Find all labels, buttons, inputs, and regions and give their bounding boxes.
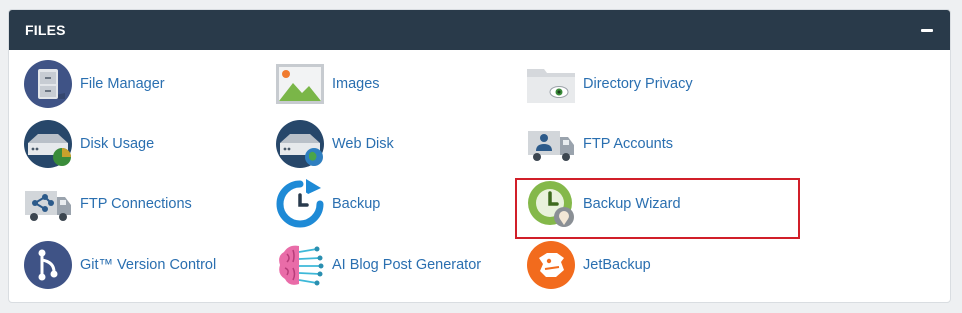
backup-link[interactable]: Backup xyxy=(275,178,380,230)
git-version-control-label: Git™ Version Control xyxy=(80,257,217,273)
backup-wizard-link[interactable]: Backup Wizard xyxy=(526,178,681,230)
file-manager-label: File Manager xyxy=(80,76,165,92)
disk-usage-label: Disk Usage xyxy=(80,136,155,152)
jetbackup-icon xyxy=(526,240,576,290)
git-version-control-link[interactable]: Git™ Version Control xyxy=(23,239,216,291)
ai-brain-icon xyxy=(275,240,325,290)
web-disk-label: Web Disk xyxy=(332,136,394,152)
file-manager-link[interactable]: File Manager xyxy=(23,58,165,110)
directory-privacy-link[interactable]: Directory Privacy xyxy=(526,58,693,110)
ftp-connections-icon xyxy=(23,179,73,229)
backup-label: Backup xyxy=(332,196,381,212)
ftp-accounts-icon xyxy=(526,119,576,169)
minus-icon xyxy=(921,28,933,32)
web-disk-link[interactable]: Web Disk xyxy=(275,118,394,170)
disk-usage-icon xyxy=(23,119,73,169)
panel-header: FILES xyxy=(9,10,950,50)
backup-wizard-label: Backup Wizard xyxy=(583,196,681,212)
jetbackup-link[interactable]: JetBackup xyxy=(526,239,651,291)
ai-blog-post-generator-link[interactable]: AI Blog Post Generator xyxy=(275,239,481,291)
collapse-button[interactable] xyxy=(918,21,936,39)
images-label: Images xyxy=(332,76,380,92)
images-link[interactable]: Images xyxy=(275,58,380,110)
backup-wizard-icon xyxy=(526,179,576,229)
directory-privacy-icon xyxy=(526,59,576,109)
panel-title: FILES xyxy=(25,22,66,38)
web-disk-icon xyxy=(275,119,325,169)
directory-privacy-label: Directory Privacy xyxy=(583,76,693,92)
ftp-accounts-label: FTP Accounts xyxy=(583,136,673,152)
images-icon xyxy=(275,59,325,109)
git-icon xyxy=(23,240,73,290)
ftp-connections-label: FTP Connections xyxy=(80,196,192,212)
ftp-accounts-link[interactable]: FTP Accounts xyxy=(526,118,673,170)
file-manager-icon xyxy=(23,59,73,109)
ai-blog-post-generator-label: AI Blog Post Generator xyxy=(332,257,482,273)
files-panel: FILES File Manager Images Directory Priv… xyxy=(8,9,951,303)
ftp-connections-link[interactable]: FTP Connections xyxy=(23,178,192,230)
jetbackup-label: JetBackup xyxy=(583,257,651,273)
disk-usage-link[interactable]: Disk Usage xyxy=(23,118,154,170)
backup-icon xyxy=(275,179,325,229)
